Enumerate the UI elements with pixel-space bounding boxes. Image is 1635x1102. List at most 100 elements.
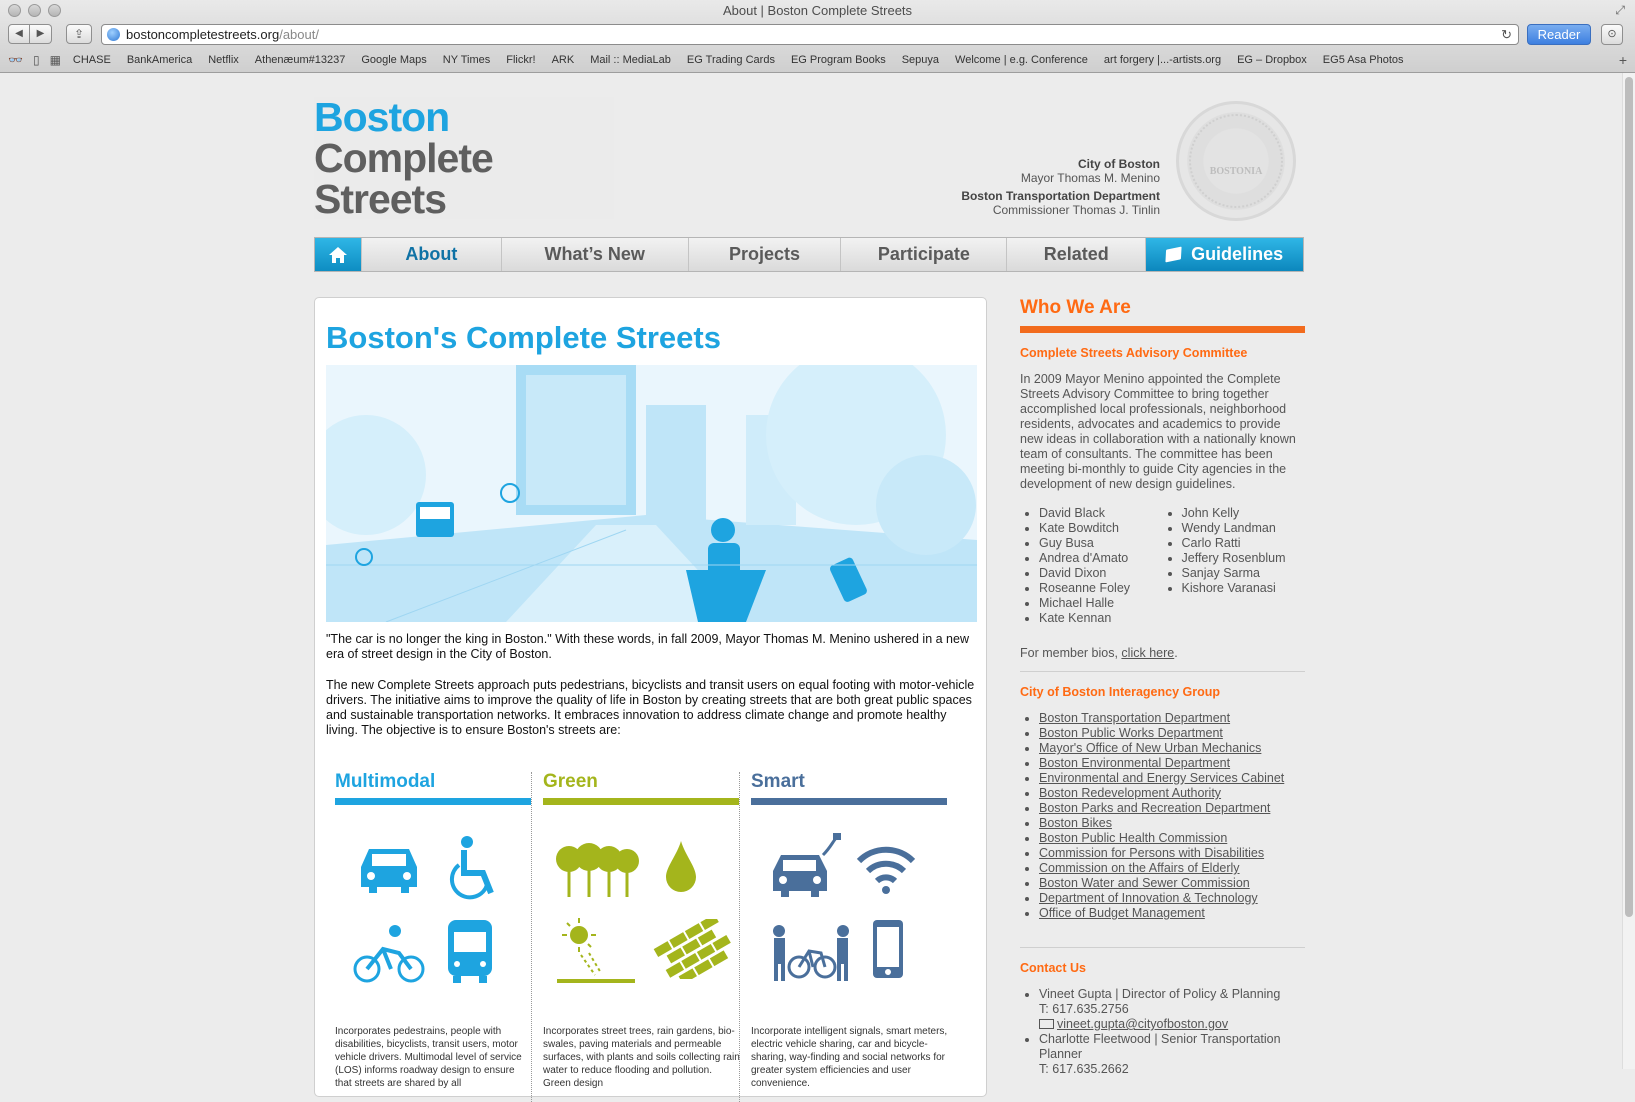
bookmark-item[interactable]: Netflix	[208, 54, 239, 66]
top-sites-grid-icon[interactable]: ▦	[50, 53, 61, 67]
nav-home[interactable]	[315, 238, 362, 271]
share-button[interactable]: ⇪	[66, 24, 92, 44]
interagency-link[interactable]: Commission on the Affairs of Elderly	[1039, 861, 1240, 875]
main-nav: About What’s New Projects Participate Re…	[314, 237, 1304, 272]
committee-text: In 2009 Mayor Menino appointed the Compl…	[1020, 372, 1296, 491]
bookmark-item[interactable]: Google Maps	[361, 54, 426, 66]
committee-heading: Complete Streets Advisory Committee	[1020, 346, 1248, 360]
bios-prefix: For member bios,	[1020, 646, 1122, 660]
hero-street-illustration	[326, 365, 977, 622]
nav-guidelines[interactable]: Guidelines	[1146, 238, 1303, 271]
green-column: Green Incorporates street trees, rain ga…	[543, 771, 743, 1090]
interagency-link[interactable]: Boston Parks and Recreation Department	[1039, 801, 1270, 815]
car-icon	[361, 849, 417, 893]
members-list-left: David Black Kate Bowditch Guy Busa Andre…	[1020, 506, 1163, 626]
reload-icon[interactable]: ↻	[1501, 25, 1512, 44]
bookmark-item[interactable]: EG Program Books	[791, 54, 886, 66]
list-item: Boston Bikes	[1039, 816, 1305, 831]
bookmark-item[interactable]: Flickr!	[506, 54, 535, 66]
bookmark-item[interactable]: EG – Dropbox	[1237, 54, 1307, 66]
bookmark-item[interactable]: Mail :: MediaLab	[590, 54, 671, 66]
green-rule	[543, 798, 739, 805]
nav-about[interactable]: About	[362, 238, 502, 271]
multimodal-title: Multimodal	[335, 771, 436, 792]
nav-participate[interactable]: Participate	[841, 238, 1008, 271]
interagency-link[interactable]: Boston Transportation Department	[1039, 711, 1230, 725]
contact-email-link[interactable]: vineet.gupta@cityofboston.gov	[1057, 1017, 1228, 1031]
bookmarks-bar: 👓 ▯ ▦ CHASE BankAmerica Netflix Athenæum…	[0, 48, 1635, 72]
city-name: City of Boston	[1078, 157, 1160, 171]
list-item: Boston Environmental Department	[1039, 756, 1305, 771]
page-scrollbar[interactable]	[1622, 73, 1635, 1069]
nav-projects[interactable]: Projects	[689, 238, 842, 271]
bookmark-item[interactable]: Athenæum#13237	[255, 54, 346, 66]
intro-text: "The car is no longer the king in Boston…	[326, 632, 981, 754]
interagency-link[interactable]: Environmental and Energy Services Cabine…	[1039, 771, 1284, 785]
title-bar: About | Boston Complete Streets ⤢	[0, 0, 1635, 22]
smart-description: Incorporate intelligent signals, smart m…	[751, 1026, 948, 1089]
browser-chrome: About | Boston Complete Streets ⤢ ◀ ▶ ⇪ …	[0, 0, 1635, 73]
member-item: Kate Bowditch	[1039, 521, 1163, 536]
globe-icon	[107, 28, 120, 41]
permeable-paving-icon	[653, 919, 731, 979]
bus-icon	[448, 920, 492, 983]
member-item: Michael Halle	[1039, 596, 1163, 611]
site-logo[interactable]: Boston Complete Streets	[314, 94, 614, 220]
interagency-link[interactable]: Boston Bikes	[1039, 816, 1112, 830]
seal-text: BOSTONIA	[1209, 166, 1263, 177]
logo-line-1: Boston	[314, 94, 450, 140]
interagency-link[interactable]: Boston Redevelopment Authority	[1039, 786, 1221, 800]
browser-toolbar: ◀ ▶ ⇪ bostoncompletestreets.org/about/ ↻…	[0, 22, 1635, 48]
bookmark-item[interactable]: Welcome | e.g. Conference	[955, 54, 1088, 66]
bookmark-item[interactable]: art forgery |...-artists.org	[1104, 54, 1221, 66]
member-bios-link[interactable]: click here	[1121, 646, 1174, 660]
city-seal: BOSTONIA	[1176, 101, 1296, 221]
water-drop-icon	[666, 841, 696, 892]
main-content: Boston's Complete Streets "The car is no…	[314, 297, 987, 1102]
interagency-heading: City of Boston Interagency Group	[1020, 685, 1221, 699]
wifi-icon	[856, 846, 916, 894]
committee-members: David Black Kate Bowditch Guy Busa Andre…	[1020, 506, 1305, 626]
member-item: Jeffery Rosenblum	[1182, 551, 1306, 566]
interagency-link[interactable]: Boston Environmental Department	[1039, 756, 1230, 770]
contact-phone: T: 617.635.2662	[1039, 1062, 1129, 1076]
fullscreen-icon[interactable]: ⤢	[1615, 3, 1625, 18]
forward-button[interactable]: ▶	[30, 24, 52, 44]
list-item: Commission for Persons with Disabilities	[1039, 846, 1305, 861]
bookmark-item[interactable]: EG Trading Cards	[687, 54, 775, 66]
bookmark-item[interactable]: BankAmerica	[127, 54, 192, 66]
sun-rain-garden-icon	[557, 918, 635, 983]
bookmark-item[interactable]: CHASE	[73, 54, 111, 66]
list-item: Mayor's Office of New Urban Mechanics	[1039, 741, 1305, 756]
nav-whats-new[interactable]: What’s New	[502, 238, 689, 271]
scrollbar-thumb[interactable]	[1625, 77, 1633, 917]
bios-suffix: .	[1174, 646, 1178, 660]
interagency-link[interactable]: Department of Innovation & Technology	[1039, 891, 1258, 905]
contact-list: Vineet Gupta | Director of Policy & Plan…	[1020, 987, 1305, 1077]
interagency-link[interactable]: Boston Water and Sewer Commission	[1039, 876, 1250, 890]
reading-list-icon[interactable]: 👓	[8, 53, 23, 67]
interagency-link[interactable]: Boston Public Works Department	[1039, 726, 1223, 740]
interagency-link[interactable]: Mayor's Office of New Urban Mechanics	[1039, 741, 1261, 755]
interagency-link[interactable]: Commission for Persons with Disabilities	[1039, 846, 1264, 860]
interagency-link[interactable]: Office of Budget Management	[1039, 906, 1205, 920]
bookmark-item[interactable]: Sepuya	[902, 54, 939, 66]
bookmark-item[interactable]: NY Times	[443, 54, 490, 66]
contact-name: Charlotte Fleetwood | Senior Transportat…	[1039, 1032, 1281, 1061]
mayor-name: Mayor Thomas M. Menino	[1020, 171, 1160, 185]
list-item: Boston Public Works Department	[1039, 726, 1305, 741]
divider	[1020, 671, 1305, 672]
downloads-button[interactable]: ⊙	[1601, 24, 1623, 45]
add-tab-icon[interactable]: +	[1619, 52, 1627, 68]
members-list-right: John Kelly Wendy Landman Carlo Ratti Jef…	[1163, 506, 1306, 626]
list-item: Boston Public Health Commission	[1039, 831, 1305, 846]
reader-button[interactable]: Reader	[1527, 24, 1591, 45]
address-bar[interactable]: bostoncompletestreets.org/about/ ↻	[101, 24, 1519, 45]
member-item: Roseanne Foley	[1039, 581, 1163, 596]
bookmark-item[interactable]: ARK	[552, 54, 575, 66]
interagency-link[interactable]: Boston Public Health Commission	[1039, 831, 1227, 845]
back-button[interactable]: ◀	[8, 24, 30, 44]
nav-related[interactable]: Related	[1007, 238, 1147, 271]
bookmark-item[interactable]: EG5 Asa Photos	[1323, 54, 1404, 66]
bookmarks-book-icon[interactable]: ▯	[33, 53, 40, 67]
